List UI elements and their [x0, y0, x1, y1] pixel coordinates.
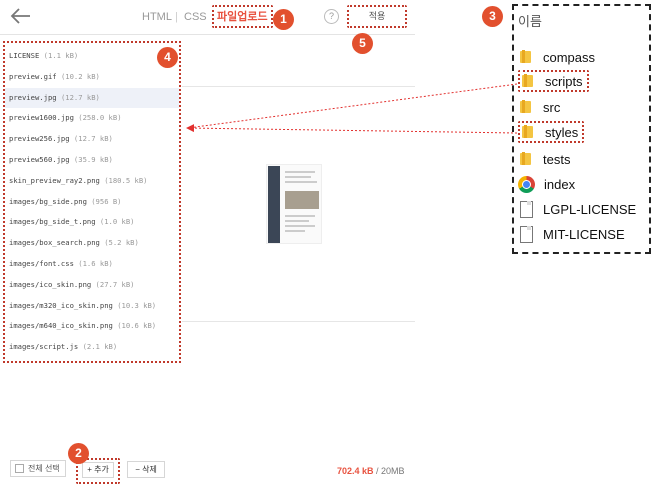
skin-editor-panel: HTML | CSS 파일업로드 ? 적용 LICENSE (1.1 kB) p…: [0, 0, 415, 492]
uploaded-file-list: LICENSE (1.1 kB) preview.gif (10.2 kB) p…: [3, 41, 181, 363]
checkbox-icon: [15, 464, 24, 473]
step-badge-1: 1: [273, 9, 294, 30]
list-item[interactable]: images/m640_ico_skin.png (10.6 kB): [5, 316, 179, 337]
file-explorer: 이름 compass scripts src styles tests inde…: [512, 4, 651, 254]
step-badge-2: 2: [68, 443, 89, 464]
select-all-checkbox[interactable]: 전체 선택: [10, 460, 66, 477]
list-item[interactable]: skin_preview_ray2.png (180.5 kB): [5, 171, 179, 192]
preview-thumbnail: [266, 164, 322, 244]
explorer-item-src[interactable]: src: [518, 96, 560, 118]
quota-total: / 20MB: [373, 466, 405, 476]
explorer-item-lgpl-license[interactable]: LGPL-LICENSE: [518, 198, 636, 220]
add-file-button[interactable]: + 추가: [82, 462, 114, 478]
tab-file-upload[interactable]: 파일업로드: [212, 5, 273, 28]
folder-icon: [518, 98, 534, 116]
step-badge-4: 4: [157, 47, 178, 68]
list-item[interactable]: images/bg_side_t.png (1.0 kB): [5, 212, 179, 233]
explorer-item-styles[interactable]: styles: [518, 121, 585, 143]
explorer-item-scripts[interactable]: scripts: [518, 70, 589, 92]
list-item[interactable]: preview1600.jpg (258.0 kB): [5, 108, 179, 129]
storage-quota: 702.4 kB / 20MB: [337, 466, 405, 476]
help-icon[interactable]: ?: [324, 9, 339, 24]
editor-bottombar: 전체 선택 + 추가 − 삭제 702.4 kB / 20MB: [0, 453, 415, 492]
tab-css[interactable]: CSS: [184, 11, 207, 23]
chrome-icon: [518, 175, 535, 193]
step-badge-3: 3: [482, 6, 503, 27]
list-item[interactable]: images/m320_ico_skin.png (10.3 kB): [5, 296, 179, 317]
select-all-label: 전체 선택: [28, 464, 60, 473]
document-icon: [518, 200, 534, 218]
explorer-item-index[interactable]: index: [518, 173, 575, 195]
back-arrow-icon[interactable]: [10, 6, 32, 26]
explorer-column-header: 이름: [518, 14, 542, 29]
list-item[interactable]: LICENSE (1.1 kB): [5, 46, 179, 67]
tab-separator: |: [175, 11, 178, 23]
explorer-item-mit-license[interactable]: MIT-LICENSE: [518, 223, 625, 245]
document-icon: [518, 225, 534, 243]
list-item[interactable]: images/bg_side.png (956 B): [5, 192, 179, 213]
list-item[interactable]: preview.gif (10.2 kB): [5, 67, 179, 88]
delete-file-button[interactable]: − 삭제: [127, 461, 165, 478]
apply-button[interactable]: 적용: [347, 5, 407, 28]
quota-used: 702.4 kB: [337, 466, 374, 476]
list-item[interactable]: images/ico_skin.png (27.7 kB): [5, 275, 179, 296]
explorer-item-compass[interactable]: compass: [518, 46, 595, 68]
list-item[interactable]: images/font.css (1.6 kB): [5, 254, 179, 275]
folder-icon: [518, 150, 534, 168]
list-item[interactable]: preview560.jpg (35.9 kB): [5, 150, 179, 171]
explorer-item-tests[interactable]: tests: [518, 148, 570, 170]
folder-icon: [520, 72, 536, 90]
list-item[interactable]: images/box_search.png (5.2 kB): [5, 233, 179, 254]
list-item[interactable]: preview256.jpg (12.7 kB): [5, 129, 179, 150]
step-badge-5: 5: [352, 33, 373, 54]
folder-icon: [518, 48, 534, 66]
tab-html[interactable]: HTML: [142, 11, 172, 23]
file-preview-area: [182, 86, 415, 322]
editor-topbar: HTML | CSS 파일업로드 ? 적용: [0, 0, 415, 35]
list-item[interactable]: images/script.js (2.1 kB): [5, 337, 179, 358]
list-item-selected[interactable]: preview.jpg (12.7 kB): [5, 87, 179, 109]
folder-icon: [520, 123, 536, 141]
